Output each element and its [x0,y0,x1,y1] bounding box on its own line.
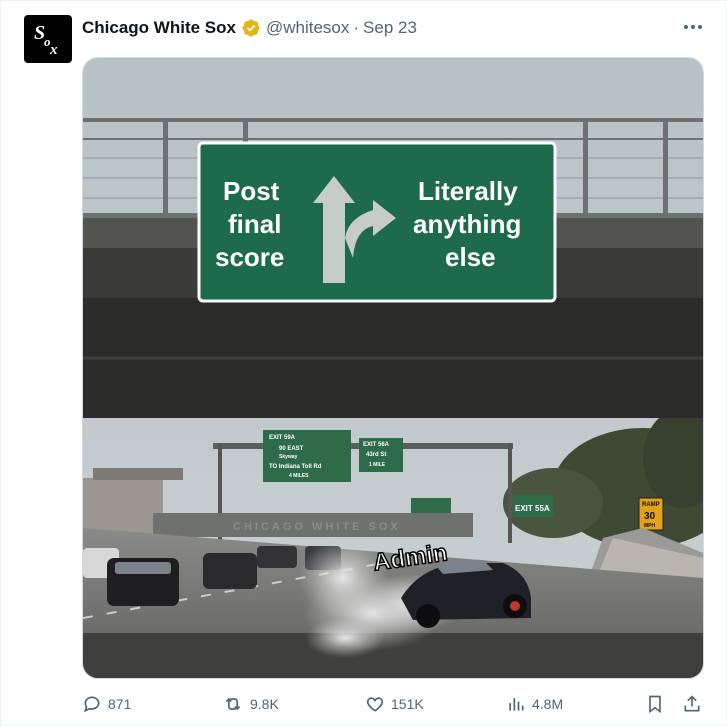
bg-sign-2-exit: EXIT 56A [363,442,390,448]
bg-sign-2-street: 43rd St [366,452,386,458]
svg-text:x: x [49,42,58,58]
bg-sign-1-skyway: Skyway [279,454,298,460]
tweet-header: Chicago White Sox @whitesox · Sep 23 [82,17,417,39]
sign-right-line-1: Literally [418,176,518,206]
author-name[interactable]: Chicago White Sox [82,18,236,38]
bg-sign-1-dest: TO Indiana Toll Rd [269,464,322,470]
ramp-sign-unit: MPH [644,523,656,529]
like-button[interactable]: 151K [365,690,424,718]
analytics-icon [509,698,524,711]
bg-sign-1-exit: EXIT 59A [269,435,296,441]
ramp-sign-speed: 30 [644,511,656,522]
white-sox-logo-icon: S o x [34,22,58,58]
reply-icon [83,696,100,713]
bookmark-button[interactable] [645,690,671,718]
author-handle[interactable]: @whitesox [266,18,349,38]
views-count: 4.8M [532,696,564,712]
bg-sign-1-route: 90 EAST [279,446,304,452]
share-icon [684,695,700,712]
sign-left-line-2: final [228,209,281,239]
reply-count: 871 [108,696,132,712]
like-count: 151K [391,696,424,712]
more-options-icon[interactable] [682,18,704,36]
sign-right-line-2: anything [413,209,521,239]
repost-button[interactable]: 9.8K [222,690,279,718]
repost-count: 9.8K [250,696,279,712]
sign-left-line-1: Post [223,176,280,206]
header-separator: · [353,18,360,37]
overpass-text: CHICAGO WHITE SOX [233,521,401,533]
bg-sign-1-distance: 4 MILES [289,473,309,479]
avatar[interactable]: S o x [24,15,72,63]
repost-icon [225,697,241,711]
heart-icon [366,697,384,712]
tweet-actions: 871 9.8K 151K 4.8M [82,690,702,718]
tweet-image[interactable]: EXIT 59A 90 EAST Skyway TO Indiana Toll … [82,57,704,679]
verified-badge-icon[interactable] [241,18,261,38]
bg-sign-2-distance: 1 MILE [369,462,386,468]
sign-right-line-3: else [445,242,496,272]
bookmark-icon [649,695,661,714]
reply-button[interactable]: 871 [82,690,131,718]
bg-sign-3-exit: EXIT 55A [515,504,550,513]
share-button[interactable] [682,690,708,718]
sign-left-line-3: score [215,242,284,272]
views-button[interactable]: 4.8M [506,690,563,718]
tweet-date[interactable]: Sep 23 [363,18,417,38]
ramp-sign-label: RAMP [642,502,660,508]
